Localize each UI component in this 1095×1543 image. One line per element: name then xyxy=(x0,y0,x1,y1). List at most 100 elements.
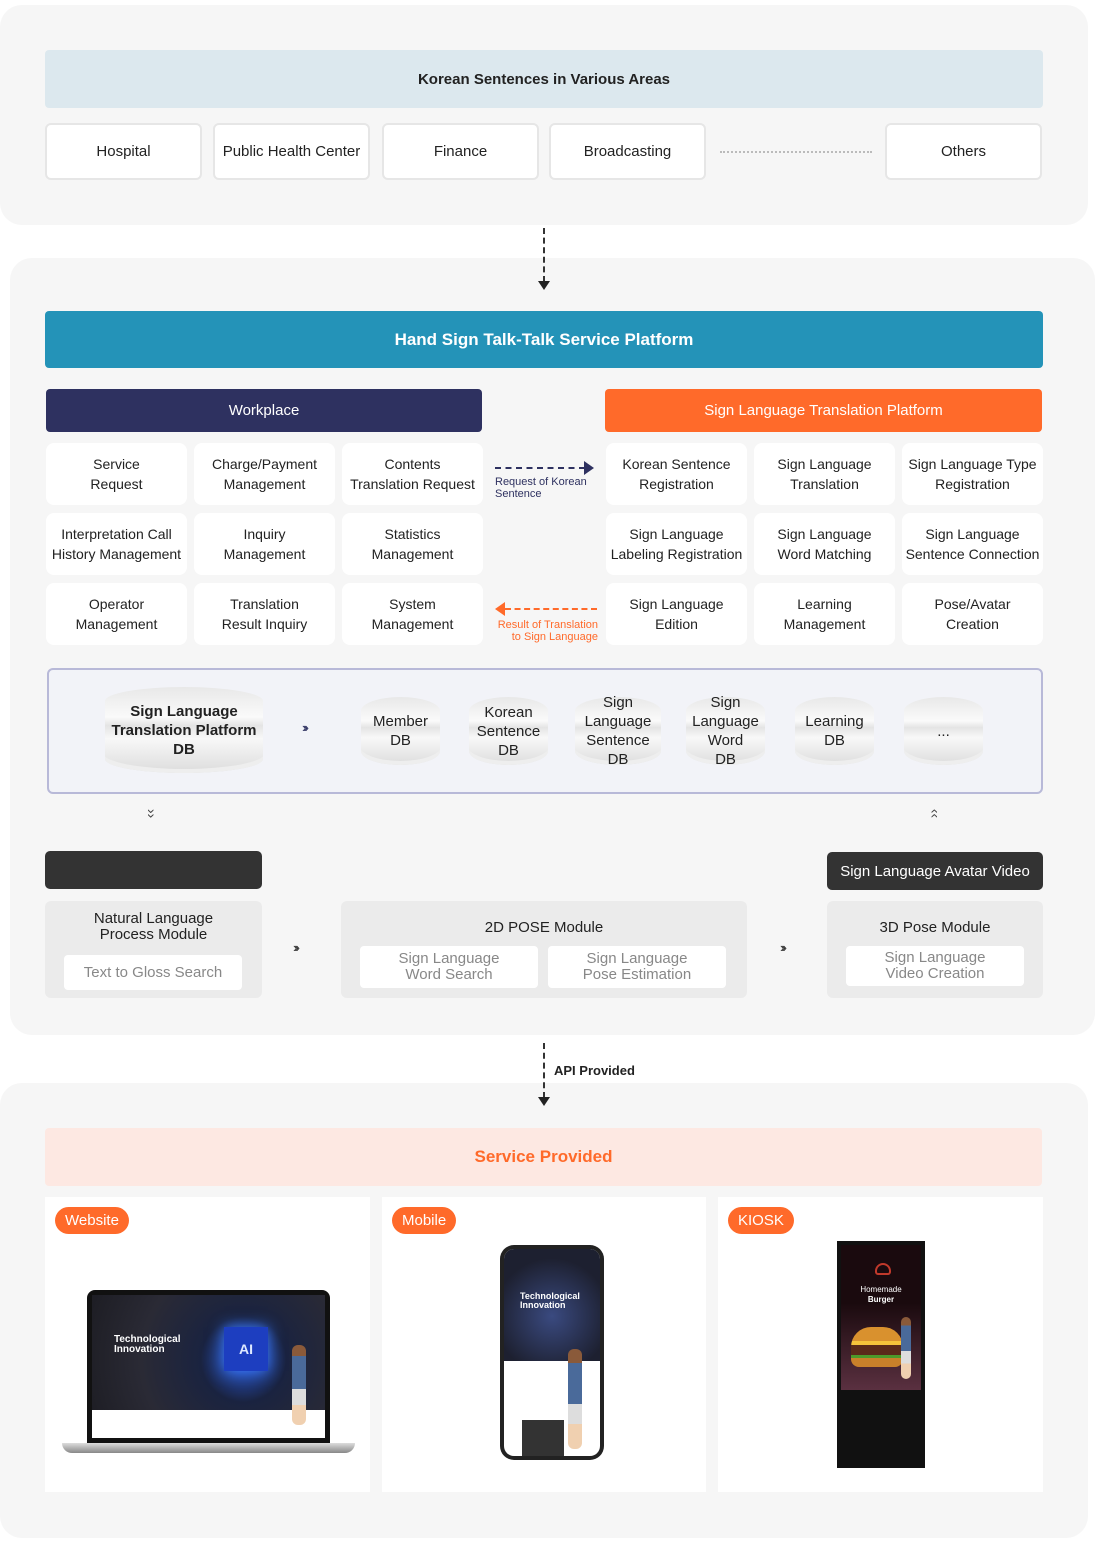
translation-item: Sign Language Translation xyxy=(754,443,895,505)
laptop-headline: Technological Innovation xyxy=(114,1335,181,1355)
chevrons-right-icon: ››› xyxy=(302,720,309,735)
kiosk-headline: Homemade Burger xyxy=(841,1285,921,1305)
translation-item-label: Word Matching xyxy=(777,546,872,562)
laptop-illustration: Technological Innovation AI xyxy=(87,1290,330,1443)
db-item-label: DB xyxy=(715,751,736,768)
avatar-figure xyxy=(901,1317,911,1379)
pose-estimation: Sign Language Pose Estimation xyxy=(548,946,726,988)
workplace-item-label: Service xyxy=(93,456,140,472)
translation-item: Sign Language Edition xyxy=(606,583,747,645)
translation-item: Pose/Avatar Creation xyxy=(902,583,1043,645)
phone-screen: Technological Innovation xyxy=(504,1249,600,1456)
workplace-item: Statistics Management xyxy=(342,513,483,575)
dotted-separator xyxy=(720,151,872,153)
translation-item-label: Sign Language Type xyxy=(908,456,1037,472)
workplace-item-label: Management xyxy=(223,546,306,562)
workplace-item: Service Request xyxy=(46,443,187,505)
nlp-title: Natural Language Process Module xyxy=(45,911,262,943)
translation-item-label: Registration xyxy=(935,476,1010,492)
workplace-item-label: History Management xyxy=(51,546,182,562)
workplace-item-label: Charge/Payment xyxy=(211,456,318,472)
area-others: Others xyxy=(885,123,1042,180)
translation-item-label: Korean Sentence xyxy=(622,456,731,472)
db-item-label: Sentence xyxy=(586,732,650,749)
area-finance: Finance xyxy=(382,123,539,180)
workplace-item-label: Management xyxy=(371,616,454,632)
text-to-gloss-search: Text to Gloss Search xyxy=(64,955,242,990)
api-arrow-line xyxy=(543,1043,545,1098)
translation-item-label: Translation xyxy=(790,476,859,492)
main-db-label: Translation Platform xyxy=(111,721,257,739)
pose-3d-module: 3D Pose Module Sign Language Video Creati… xyxy=(827,901,1043,998)
workplace-item: Operator Management xyxy=(46,583,187,645)
mobile-card: Mobile Technological Innovation xyxy=(382,1197,706,1492)
translation-item: Sign Language Labeling Registration xyxy=(606,513,747,575)
laptop-base xyxy=(62,1443,355,1453)
translation-item-label: Management xyxy=(783,616,866,632)
workplace-item-label: Management xyxy=(75,616,158,632)
nlp-module: Natural Language Process Module Text to G… xyxy=(45,901,262,998)
db-item: Sign Language Sentence DB xyxy=(575,694,661,768)
main-db-label: Sign Language xyxy=(130,702,238,720)
db-item-label: Word xyxy=(707,732,744,749)
word-search: Sign Language Word Search xyxy=(360,946,538,988)
avatar-figure xyxy=(568,1349,582,1449)
headline-line: Innovation xyxy=(520,1300,566,1310)
pose-estimation-line: Sign Language xyxy=(586,950,688,967)
workplace-item-label: Operator xyxy=(88,596,145,612)
avatar-video-bar: Sign Language Avatar Video xyxy=(827,852,1043,890)
kiosk-card: KIOSK Homemade Burger xyxy=(718,1197,1043,1492)
phone-headline: Technological Innovation xyxy=(520,1292,580,1310)
workplace-item-label: Interpretation Call xyxy=(61,526,172,542)
chevrons-right-icon: ››› xyxy=(780,940,787,955)
areas-title: Korean Sentences in Various Areas xyxy=(45,50,1043,108)
db-item-label: ... xyxy=(937,722,950,740)
arrow-left-icon xyxy=(495,602,505,616)
db-item-label: Sentence xyxy=(476,722,541,740)
db-item: Korean Sentence DB xyxy=(469,697,548,765)
laptop-screen: Technological Innovation AI xyxy=(92,1295,325,1438)
burger-icon xyxy=(875,1263,891,1275)
db-item-label: Language xyxy=(692,713,759,730)
translation-item-label: Labeling Registration xyxy=(610,546,743,562)
translation-item-label: Sign Language xyxy=(925,526,1020,542)
workplace-item-label: Result Inquiry xyxy=(221,616,308,632)
area-public-health-center: Public Health Center xyxy=(213,123,370,180)
kiosk-badge: KIOSK xyxy=(728,1207,794,1234)
workplace-item-label: Inquiry xyxy=(243,526,286,542)
db-item-label: Learning xyxy=(805,713,864,730)
headline-line: Innovation xyxy=(114,1344,165,1355)
translation-item: Sign Language Word Matching xyxy=(754,513,895,575)
arrow-down-icon xyxy=(538,281,550,290)
translation-item: Sign Language Type Registration xyxy=(902,443,1043,505)
result-label-line: Result of Translation xyxy=(497,619,598,631)
pose-3d-title: 3D Pose Module xyxy=(879,919,991,936)
arrow-down-icon xyxy=(538,1097,550,1106)
kiosk-line: Homemade xyxy=(860,1285,902,1294)
main-db: Sign Language Translation Platform DB xyxy=(105,687,263,773)
workplace-item: System Management xyxy=(342,583,483,645)
main-db-label: DB xyxy=(173,740,195,758)
pose-estimation-line: Pose Estimation xyxy=(582,966,692,983)
translation-item-label: Registration xyxy=(639,476,714,492)
workplace-item-label: Request xyxy=(90,476,143,492)
result-arrow-line xyxy=(505,608,597,610)
workplace-item-label: Contents xyxy=(384,456,441,472)
db-item: Learning DB xyxy=(795,697,874,765)
db-item-label: DB xyxy=(390,732,411,749)
db-item-label: Sign xyxy=(710,694,741,711)
website-badge: Website xyxy=(55,1207,129,1234)
flow-arrow-line xyxy=(543,228,545,282)
phone-illustration: Technological Innovation xyxy=(500,1245,604,1460)
translation-item-label: Sign Language xyxy=(629,526,724,542)
translation-item-label: Creation xyxy=(946,616,999,632)
result-label-line: to Sign Language xyxy=(511,631,598,643)
chevrons-up-icon: ›› xyxy=(925,808,942,819)
website-card: Website Technological Innovation AI xyxy=(45,1197,370,1492)
pose-2d-module: 2D POSE Module Sign Language Word Search … xyxy=(341,901,747,998)
service-title: Service Provided xyxy=(45,1128,1042,1186)
platform-title: Hand Sign Talk-Talk Service Platform xyxy=(45,311,1043,368)
word-search-line: Sign Language xyxy=(398,950,500,967)
nlp-title-line: Process Module xyxy=(99,926,208,943)
laptop-page-footer xyxy=(92,1410,325,1438)
